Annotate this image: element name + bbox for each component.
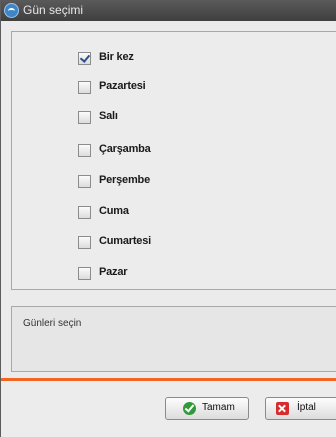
check-icon: [183, 402, 196, 415]
days-panel: Bir kez Pazartesi Salı Çarşamba Perşembe…: [11, 31, 336, 290]
day-selection-dialog: Gün seçimi Bir kez Pazartesi Salı Çarşam…: [0, 0, 336, 437]
checkbox[interactable]: [78, 111, 91, 124]
ok-button-label: Tamam: [202, 402, 235, 413]
day-label: Perşembe: [99, 174, 150, 186]
checkbox[interactable]: [78, 144, 91, 157]
window-title: Gün seçimi: [23, 3, 84, 17]
day-label: Salı: [99, 110, 118, 122]
close-icon: [276, 402, 289, 415]
ok-button[interactable]: Tamam: [165, 397, 249, 420]
checkbox[interactable]: [78, 236, 91, 249]
day-label: Cuma: [99, 205, 129, 217]
day-label: Pazartesi: [99, 80, 146, 92]
checkbox[interactable]: [78, 267, 91, 280]
day-label: Bir kez: [99, 51, 134, 63]
button-bar: Tamam İptal: [1, 381, 336, 437]
info-text: Günleri seçin: [23, 318, 82, 329]
title-bar: Gün seçimi: [1, 0, 336, 21]
checkbox[interactable]: [78, 175, 91, 188]
info-panel: Günleri seçin: [11, 306, 336, 372]
checkbox[interactable]: [78, 206, 91, 219]
app-icon: [4, 3, 19, 18]
checkbox[interactable]: [78, 52, 91, 65]
day-label: Pazar: [99, 266, 128, 278]
day-label: Çarşamba: [99, 143, 151, 155]
checkbox[interactable]: [78, 81, 91, 94]
cancel-button-label: İptal: [297, 402, 316, 413]
day-label: Cumartesi: [99, 235, 151, 247]
cancel-button[interactable]: İptal: [265, 397, 336, 420]
